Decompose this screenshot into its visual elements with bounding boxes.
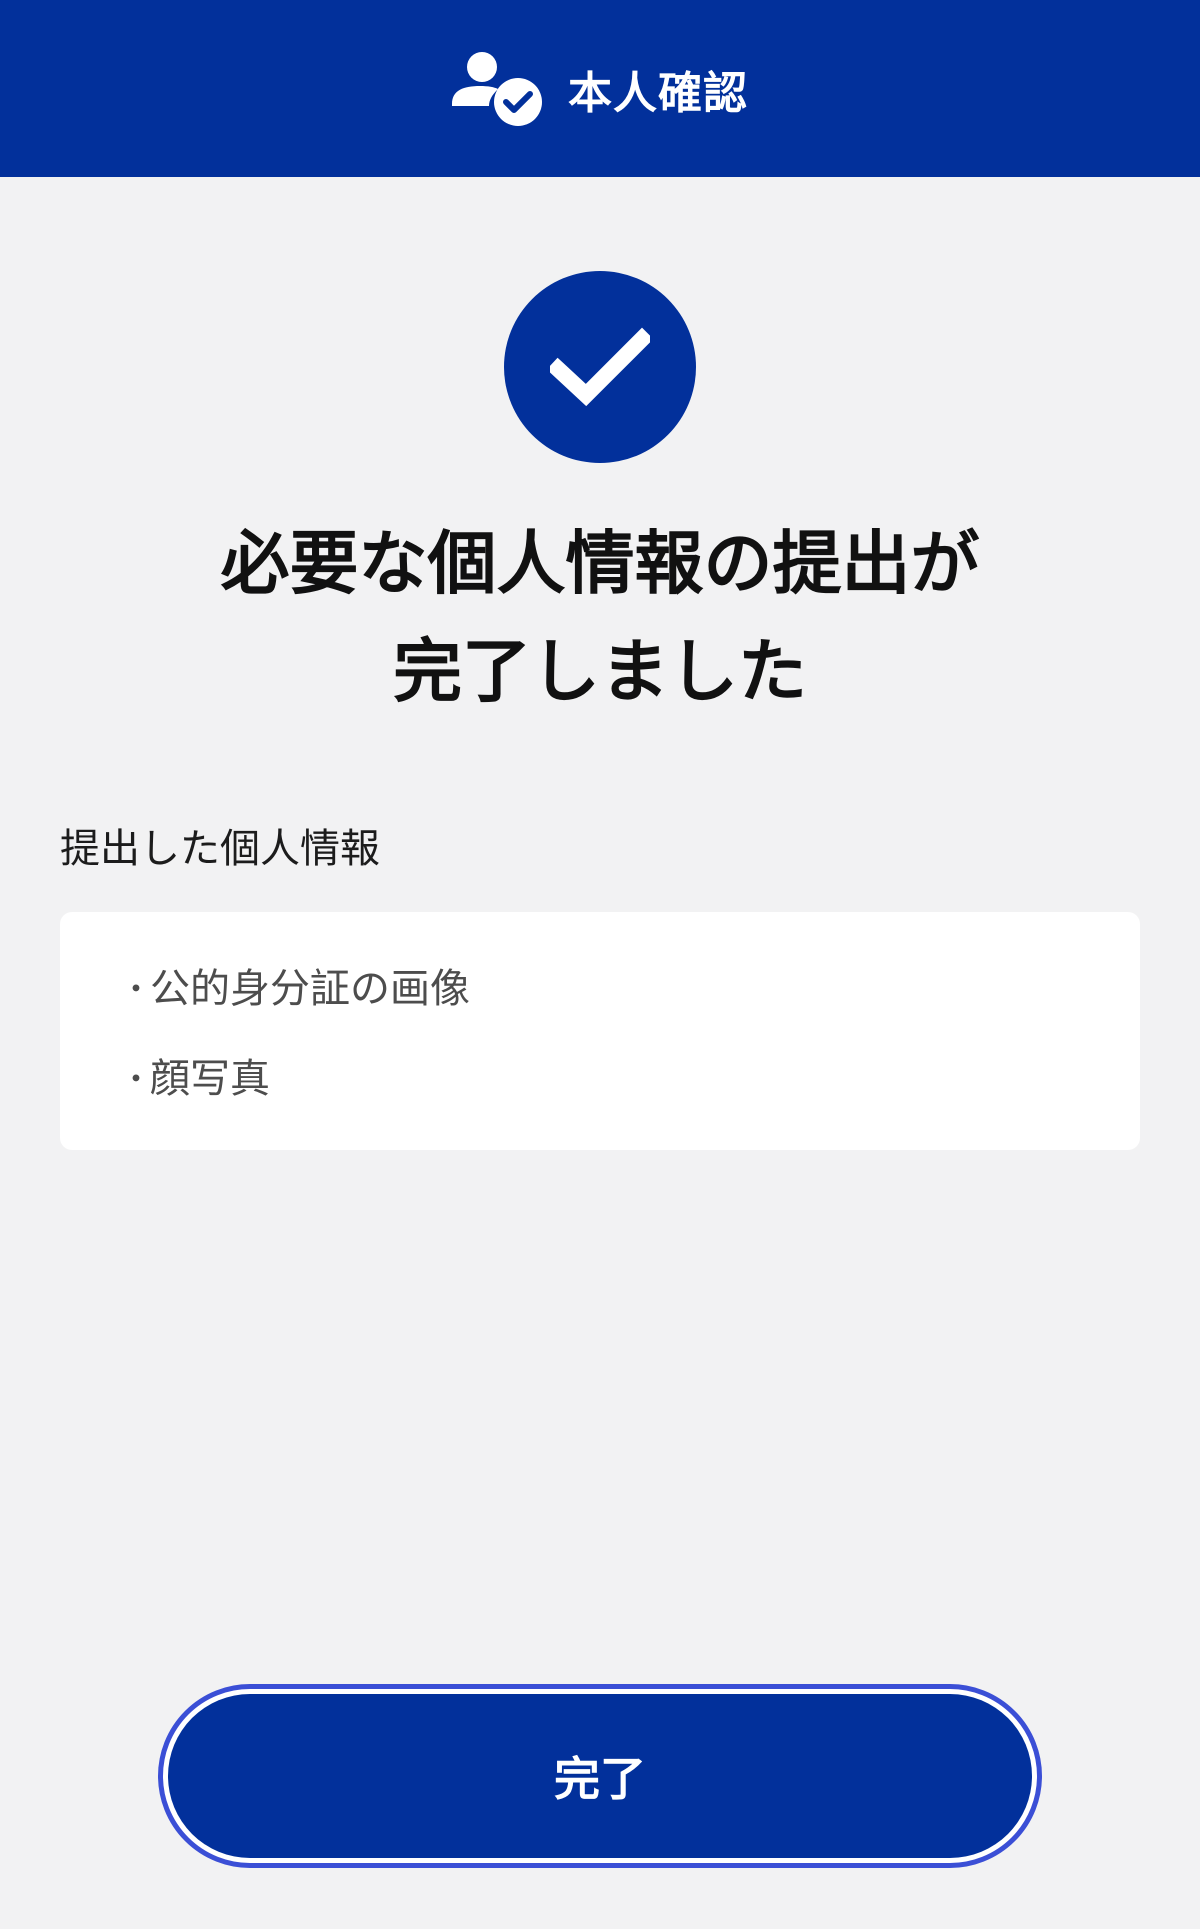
check-icon — [550, 327, 650, 407]
list-item: ・ 顔写真 — [120, 1052, 470, 1106]
list-item-label: 顔写真 — [150, 1056, 270, 1102]
submitted-info-card: ・ 公的身分証の画像 ・ 顔写真 — [60, 912, 1140, 1150]
header-title: 本人確認 — [568, 67, 748, 119]
headline-line-1: 必要な個人情報の提出が — [220, 524, 980, 604]
headline-line-2: 完了しました — [393, 632, 807, 712]
success-check-badge — [504, 271, 696, 463]
header-content: 本人確認 — [452, 50, 748, 128]
bullet: ・ — [120, 970, 153, 1008]
bullet: ・ — [120, 1060, 153, 1098]
done-button-focus-ring: 完了 — [158, 1684, 1042, 1868]
submitted-info-list: ・ 公的身分証の画像 ・ 顔写真 — [120, 962, 470, 1142]
completion-headline: 必要な個人情報の提出が 完了しました — [60, 510, 1140, 726]
person-check-icon — [452, 51, 542, 126]
done-button[interactable]: 完了 — [168, 1694, 1032, 1858]
app-header: 本人確認 — [0, 0, 1200, 177]
submitted-info-label: 提出した個人情報 — [60, 826, 380, 872]
list-item-label: 公的身分証の画像 — [150, 966, 470, 1012]
list-item: ・ 公的身分証の画像 — [120, 962, 470, 1016]
